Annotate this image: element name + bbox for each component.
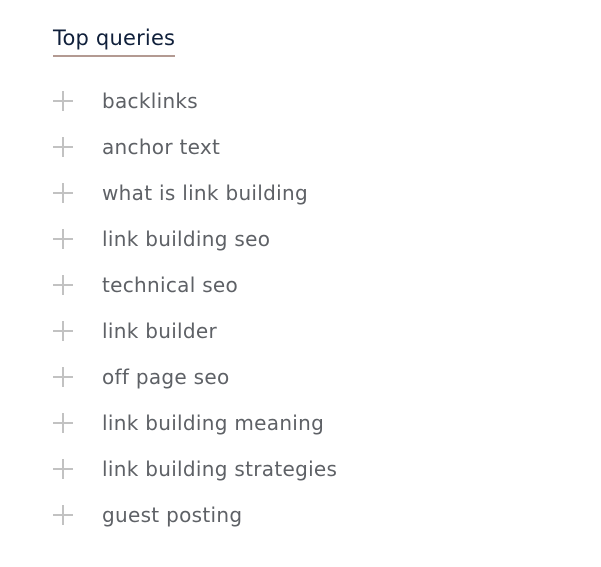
query-item-backlinks[interactable]: backlinks [53,78,573,124]
plus-icon[interactable] [53,413,73,433]
query-item-link-building-seo[interactable]: link building seo [53,216,573,262]
plus-icon[interactable] [53,183,73,203]
query-item-link-building-strategies[interactable]: link building strategies [53,446,573,492]
plus-icon[interactable] [53,321,73,341]
query-label[interactable]: guest posting [102,502,242,528]
query-label[interactable]: link building meaning [102,410,324,436]
query-label[interactable]: anchor text [102,134,220,160]
plus-icon[interactable] [53,91,73,111]
query-list: backlinks anchor text what is link build… [53,78,573,538]
plus-icon[interactable] [53,229,73,249]
plus-icon[interactable] [53,367,73,387]
query-item-technical-seo[interactable]: technical seo [53,262,573,308]
query-item-off-page-seo[interactable]: off page seo [53,354,573,400]
query-item-link-building-meaning[interactable]: link building meaning [53,400,573,446]
query-label[interactable]: off page seo [102,364,230,390]
query-label[interactable]: link building strategies [102,456,337,482]
query-item-what-is-link-building[interactable]: what is link building [53,170,573,216]
top-queries-section: Top queries backlinks anchor text what i… [53,24,337,527]
query-item-guest-posting[interactable]: guest posting [53,492,573,538]
plus-icon[interactable] [53,459,73,479]
query-item-link-builder[interactable]: link builder [53,308,573,354]
plus-icon[interactable] [53,137,73,157]
query-label[interactable]: link building seo [102,226,270,252]
query-item-anchor-text[interactable]: anchor text [53,124,573,170]
query-label[interactable]: what is link building [102,180,308,206]
query-label[interactable]: backlinks [102,88,198,114]
query-label[interactable]: technical seo [102,272,238,298]
plus-icon[interactable] [53,275,73,295]
section-title: Top queries [53,24,176,57]
plus-icon[interactable] [53,505,73,525]
query-label[interactable]: link builder [102,318,217,344]
